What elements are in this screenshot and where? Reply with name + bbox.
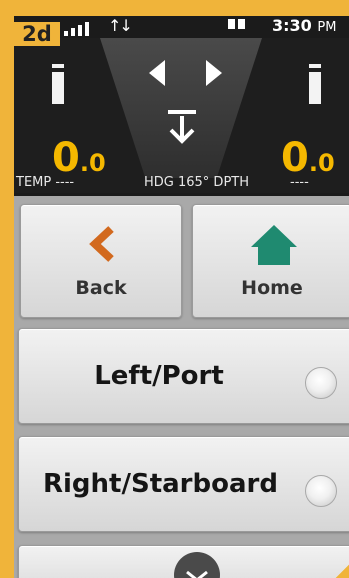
right-starboard-radio[interactable]	[305, 475, 337, 507]
motor-dashboard: 0.0 0.0	[14, 38, 349, 193]
step-badge: 2d	[14, 22, 60, 46]
temperature-readout: TEMP ----	[16, 175, 75, 190]
data-transfer-icon: ↑↓	[108, 16, 133, 35]
clock: 3:30 PM	[272, 16, 336, 35]
right-trim-indicator	[309, 68, 321, 104]
corner-accent	[325, 562, 349, 578]
chevron-left-icon	[89, 226, 114, 262]
left-port-button[interactable]: Left/Port	[18, 328, 349, 424]
right-starboard-label: Right/Starboard	[43, 469, 278, 499]
home-icon	[251, 225, 297, 265]
steer-right-icon[interactable]	[196, 56, 230, 90]
battery-icon	[228, 19, 246, 30]
more-options-button[interactable]	[18, 545, 349, 578]
home-button[interactable]: Home	[192, 204, 349, 318]
status-bar: ↑↓ 3:30 PM	[14, 16, 349, 38]
signal-strength-icon	[64, 22, 89, 36]
back-button[interactable]: Back	[20, 204, 182, 318]
home-button-label: Home	[241, 277, 303, 299]
button-panel: Back Home Left/Port Right/Starboard	[14, 196, 349, 578]
steer-left-icon[interactable]	[141, 56, 175, 90]
clock-time: 3:30	[272, 16, 312, 35]
left-port-radio[interactable]	[305, 367, 337, 399]
sensor-info-bar: TEMP ---- HDG 165° DPTH ----	[14, 172, 349, 194]
chevron-down-icon	[174, 552, 220, 578]
device-screen: ↑↓ 3:30 PM 0.0 0.0 TEMP ---- HDG 165° DP…	[14, 16, 349, 578]
left-port-label: Left/Port	[94, 361, 224, 391]
left-trim-indicator	[52, 68, 64, 104]
depth-readout: ----	[290, 175, 309, 190]
right-starboard-button[interactable]: Right/Starboard	[18, 436, 349, 532]
back-button-label: Back	[75, 277, 127, 299]
anchor-down-icon	[168, 110, 196, 144]
clock-ampm: PM	[317, 20, 337, 35]
heading-readout: HDG 165° DPTH	[144, 175, 250, 190]
